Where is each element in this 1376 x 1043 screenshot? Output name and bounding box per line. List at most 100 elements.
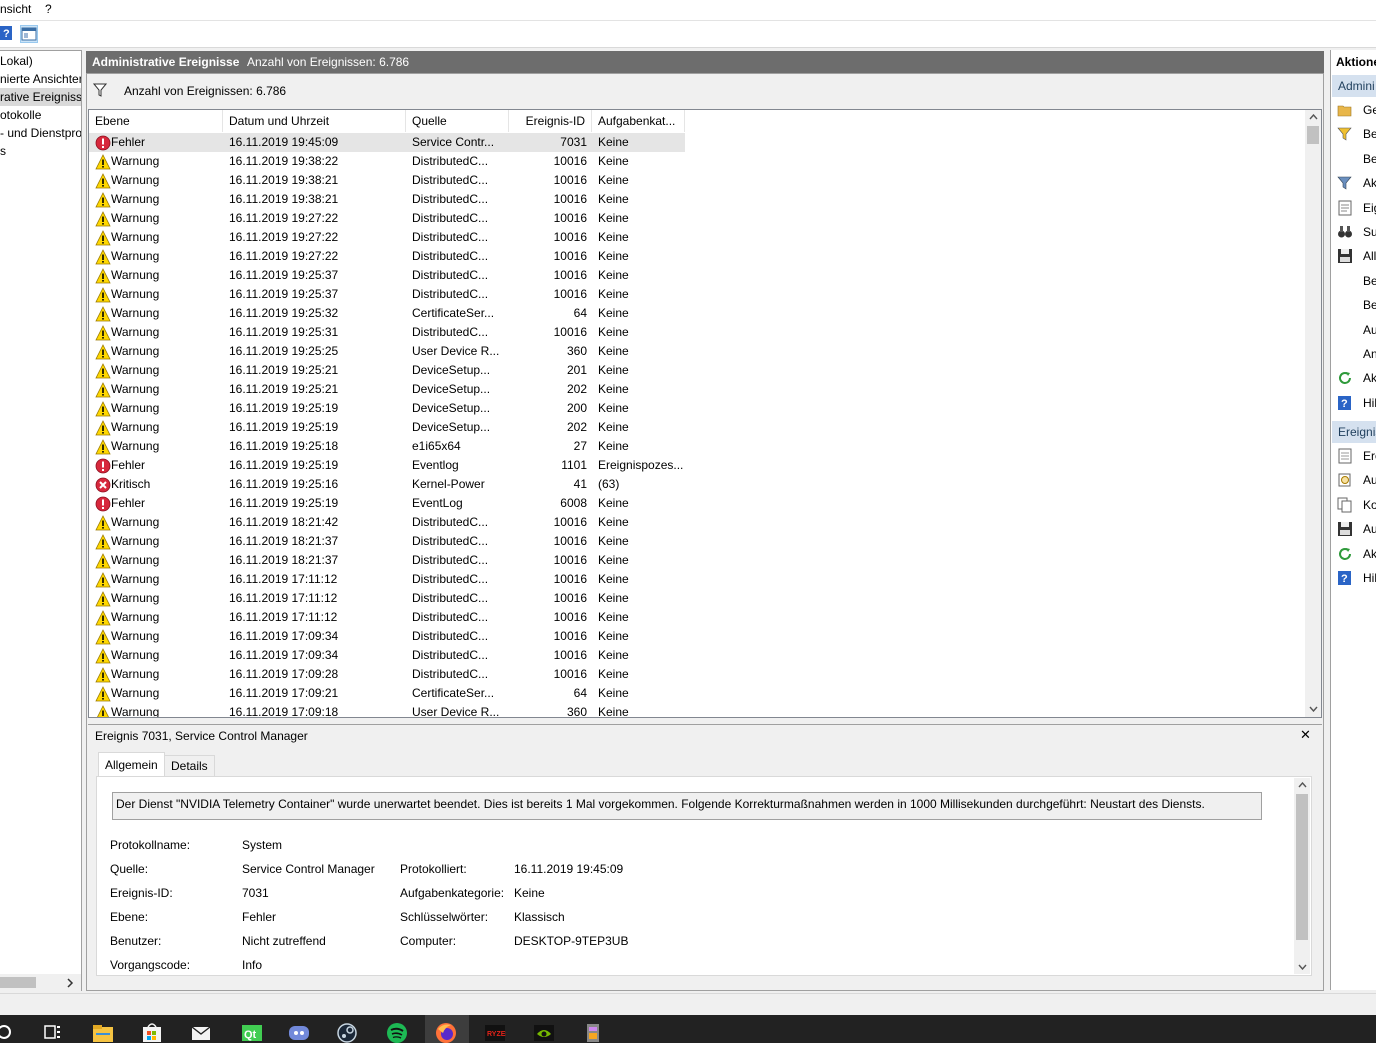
event-row[interactable]: Warnung 16.11.2019 19:25:32 CertificateSer… xyxy=(89,304,685,323)
tab-general[interactable]: Allgemein xyxy=(98,752,165,777)
ryzen-master-icon[interactable]: RYZEN xyxy=(484,1021,506,1043)
discord-icon[interactable] xyxy=(288,1021,310,1043)
event-row[interactable]: Warnung 16.11.2019 19:25:37 DistributedC..… xyxy=(89,266,685,285)
event-row[interactable]: Warnung 16.11.2019 18:21:42 DistributedC..… xyxy=(89,513,685,532)
event-list-vertical-scrollbar[interactable] xyxy=(1305,110,1321,717)
detail-vertical-scrollbar[interactable] xyxy=(1294,778,1310,974)
event-row[interactable]: Warnung 16.11.2019 19:38:22 DistributedC..… xyxy=(89,152,685,171)
steam-icon[interactable] xyxy=(336,1021,358,1043)
action-item[interactable]: ? Hil xyxy=(1331,567,1376,589)
event-list[interactable]: Ebene Datum und Uhrzeit Quelle Ereignis-… xyxy=(88,109,1322,718)
nvidia-icon[interactable] xyxy=(533,1021,555,1043)
task-view-icon[interactable] xyxy=(42,1021,64,1043)
cell-level: Fehler xyxy=(111,458,146,472)
column-header-task-category[interactable]: Aufgabenkat... xyxy=(592,110,685,132)
event-row[interactable]: Warnung 16.11.2019 19:25:37 DistributedC..… xyxy=(89,285,685,304)
action-item[interactable]: Ge xyxy=(1331,99,1376,121)
action-item[interactable]: Ak xyxy=(1331,543,1376,565)
event-row[interactable]: Warnung 16.11.2019 17:09:34 DistributedC..… xyxy=(89,627,685,646)
event-row[interactable]: Warnung 16.11.2019 19:27:22 DistributedC..… xyxy=(89,228,685,247)
event-row[interactable]: Warnung 16.11.2019 19:25:21 DeviceSetup...… xyxy=(89,380,685,399)
menu-item-help[interactable]: ? xyxy=(45,2,52,16)
store-icon[interactable] xyxy=(141,1021,163,1043)
event-row[interactable]: Warnung 16.11.2019 18:21:37 DistributedC..… xyxy=(89,551,685,570)
action-item[interactable]: Be xyxy=(1331,123,1376,145)
event-row[interactable]: Warnung 16.11.2019 17:09:28 DistributedC..… xyxy=(89,665,685,684)
scroll-thumb[interactable] xyxy=(0,977,36,988)
chevron-up-icon[interactable] xyxy=(1309,114,1318,120)
close-icon[interactable]: ✕ xyxy=(1300,727,1311,743)
tree-item-subscriptions[interactable]: s xyxy=(0,142,6,160)
tree-item-local[interactable]: Lokal) xyxy=(0,52,33,70)
action-item[interactable]: Ko xyxy=(1331,494,1376,516)
event-row[interactable]: Warnung 16.11.2019 19:25:18 e1i65x64 27 Kein… xyxy=(89,437,685,456)
event-row[interactable]: Fehler 16.11.2019 19:25:19 EventLog 6008 Kei… xyxy=(89,494,685,513)
event-row[interactable]: Warnung 16.11.2019 19:38:21 DistributedC..… xyxy=(89,171,685,190)
scroll-thumb[interactable] xyxy=(1296,794,1308,940)
event-row[interactable]: Warnung 16.11.2019 19:25:25 User Device R.… xyxy=(89,342,685,361)
event-row[interactable]: Warnung 16.11.2019 19:25:19 DeviceSetup...… xyxy=(89,399,685,418)
event-row[interactable]: Kritisch 16.11.2019 19:25:16 Kernel-Power 4… xyxy=(89,475,685,494)
file-explorer-icon[interactable] xyxy=(92,1021,114,1043)
event-row[interactable]: Warnung 16.11.2019 19:38:21 DistributedC..… xyxy=(89,190,685,209)
event-row[interactable]: Warnung 16.11.2019 17:11:12 DistributedC..… xyxy=(89,589,685,608)
help-toolbar-button[interactable]: ? xyxy=(0,25,18,43)
scroll-thumb[interactable] xyxy=(1307,126,1319,144)
event-row[interactable]: Fehler 16.11.2019 19:25:19 Eventlog 1101 Ere… xyxy=(89,456,685,475)
actions-section-administrative[interactable]: Admini xyxy=(1332,75,1376,97)
search-circle-icon[interactable] xyxy=(0,1021,18,1043)
action-item[interactable]: Ere xyxy=(1331,445,1376,467)
action-item[interactable]: Su xyxy=(1331,221,1376,243)
firefox-icon[interactable] xyxy=(435,1021,457,1043)
event-row[interactable]: Warnung 16.11.2019 19:25:31 DistributedC..… xyxy=(89,323,685,342)
action-item[interactable]: Be xyxy=(1331,148,1376,170)
event-row[interactable]: Warnung 16.11.2019 17:11:12 DistributedC..… xyxy=(89,570,685,589)
tree-item-custom-views[interactable]: nierte Ansichten xyxy=(0,70,81,88)
chevron-down-icon[interactable] xyxy=(1309,706,1318,712)
cell-source: DeviceSetup... xyxy=(412,401,491,415)
action-item[interactable]: Ak xyxy=(1331,172,1376,194)
column-header-source[interactable]: Quelle xyxy=(406,110,509,132)
tree-item-app-service-logs[interactable]: - und Dienstprot xyxy=(0,124,81,142)
menu-item-view[interactable]: nsicht xyxy=(0,2,31,16)
chevron-right-icon[interactable] xyxy=(66,978,74,988)
chevron-up-icon[interactable] xyxy=(1298,782,1307,788)
event-row[interactable]: Warnung 16.11.2019 17:09:21 CertificateSer… xyxy=(89,684,685,703)
tree-item-administrative-events[interactable]: rative Ereignisse xyxy=(0,88,81,106)
event-row[interactable]: Warnung 16.11.2019 17:11:12 DistributedC..… xyxy=(89,608,685,627)
action-item[interactable]: Ak xyxy=(1331,367,1376,389)
event-row[interactable]: Fehler 16.11.2019 19:45:09 Service Contr..… xyxy=(89,133,685,152)
tree-horizontal-scrollbar[interactable] xyxy=(0,974,81,991)
action-item[interactable]: Be xyxy=(1331,294,1376,316)
column-header-event-id[interactable]: Ereignis-ID xyxy=(509,110,592,132)
event-message[interactable]: Der Dienst "NVIDIA Telemetry Container" … xyxy=(112,792,1262,820)
tab-details[interactable]: Details xyxy=(164,755,215,776)
event-row[interactable]: Warnung 16.11.2019 19:25:19 DeviceSetup...… xyxy=(89,418,685,437)
action-item[interactable]: Au xyxy=(1331,469,1376,491)
action-item[interactable]: All xyxy=(1331,245,1376,267)
action-item[interactable]: Au xyxy=(1331,319,1376,341)
event-row[interactable]: Warnung 16.11.2019 19:27:22 DistributedC..… xyxy=(89,247,685,266)
action-item[interactable]: An xyxy=(1331,343,1376,365)
mail-icon[interactable] xyxy=(190,1021,212,1043)
event-row[interactable]: Warnung 16.11.2019 19:25:21 DeviceSetup...… xyxy=(89,361,685,380)
spotify-icon[interactable] xyxy=(386,1021,408,1043)
column-header-datetime[interactable]: Datum und Uhrzeit xyxy=(223,110,406,132)
action-item[interactable]: Au xyxy=(1331,518,1376,540)
event-row[interactable]: Warnung 16.11.2019 17:09:18 User Device R.… xyxy=(89,703,685,717)
action-item-label: All xyxy=(1363,249,1376,264)
tree-item-windows-logs[interactable]: otokolle xyxy=(0,106,41,124)
field-label-opcode: Vorgangscode: xyxy=(110,958,191,972)
event-row[interactable]: Warnung 16.11.2019 18:21:37 DistributedC..… xyxy=(89,532,685,551)
actions-section-event[interactable]: Ereignis xyxy=(1332,421,1376,443)
action-item[interactable]: Eig xyxy=(1331,197,1376,219)
chevron-down-icon[interactable] xyxy=(1298,964,1307,970)
app-icon[interactable] xyxy=(582,1021,604,1043)
action-item[interactable]: ? Hil xyxy=(1331,392,1376,414)
qt-icon[interactable]: Qt xyxy=(241,1021,263,1043)
event-row[interactable]: Warnung 16.11.2019 19:27:22 DistributedC..… xyxy=(89,209,685,228)
event-row[interactable]: Warnung 16.11.2019 17:09:34 DistributedC..… xyxy=(89,646,685,665)
column-header-level[interactable]: Ebene xyxy=(89,110,223,132)
action-item[interactable]: Be xyxy=(1331,270,1376,292)
show-hide-pane-button[interactable] xyxy=(20,25,38,43)
